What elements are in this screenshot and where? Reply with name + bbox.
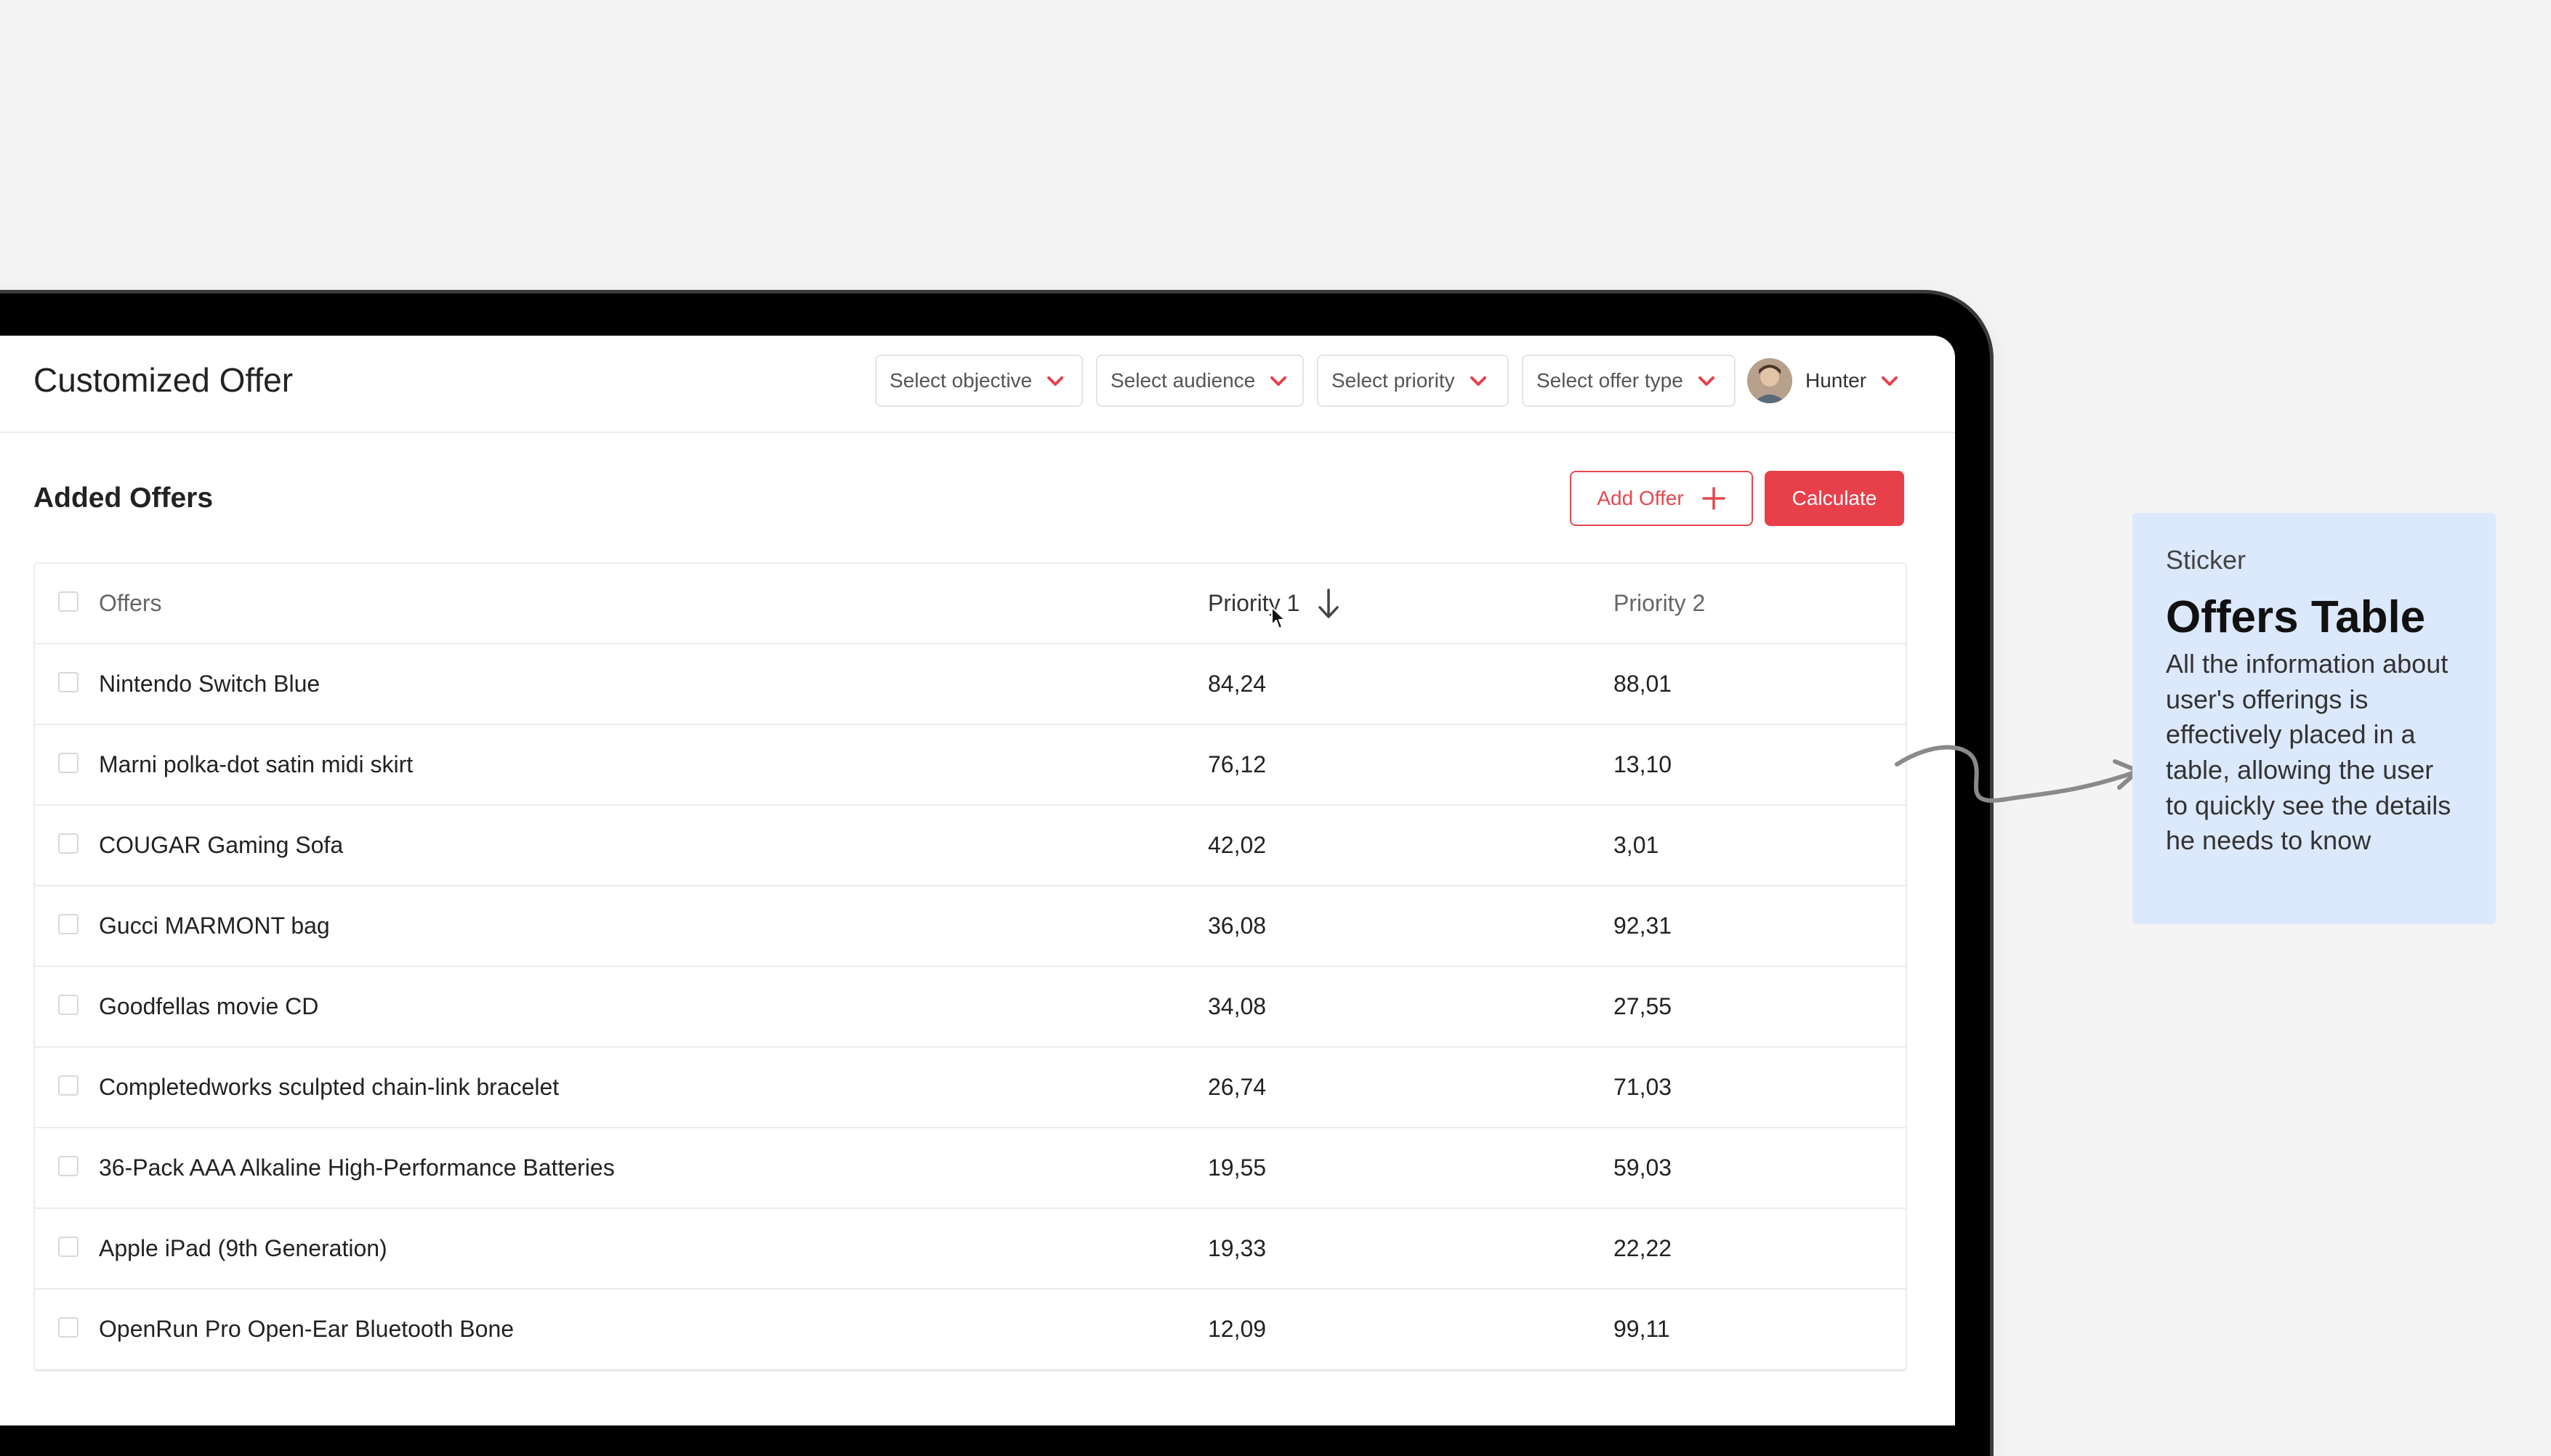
row-checkbox[interactable] xyxy=(58,1075,78,1096)
table-row[interactable]: 36-Pack AAA Alkaline High-Performance Ba… xyxy=(35,1128,1906,1209)
priority-2-value: 99,11 xyxy=(1613,1316,1670,1342)
chevron-down-icon xyxy=(1270,376,1287,386)
page-title: Customized Offer xyxy=(33,361,294,399)
offer-name: Gucci MARMONT bag xyxy=(99,913,330,939)
mouse-cursor-icon xyxy=(1271,607,1286,629)
row-checkbox[interactable] xyxy=(58,1237,78,1257)
arrow-down-icon[interactable] xyxy=(1314,586,1343,622)
plus-icon xyxy=(1701,487,1725,510)
add-offer-button[interactable]: Add Offer xyxy=(1570,471,1753,526)
row-checkbox[interactable] xyxy=(58,1156,78,1176)
chevron-down-icon xyxy=(1470,376,1486,386)
row-checkbox[interactable] xyxy=(58,1317,78,1338)
table-row[interactable]: Nintendo Switch Blue 84,24 88,01 xyxy=(35,644,1906,725)
offer-type-select[interactable]: Select offer type xyxy=(1522,355,1736,407)
priority-2-value: 22,22 xyxy=(1613,1235,1672,1261)
offer-name: Completedworks sculpted chain-link brace… xyxy=(99,1074,560,1100)
column-header-offers: Offers xyxy=(99,590,162,616)
table-row[interactable]: Completedworks sculpted chain-link brace… xyxy=(35,1048,1906,1128)
chevron-down-icon xyxy=(1047,376,1064,386)
chevron-down-icon xyxy=(1698,376,1714,386)
priority-1-value: 19,33 xyxy=(1208,1235,1267,1261)
priority-1-value: 36,08 xyxy=(1208,913,1267,939)
calculate-button[interactable]: Calculate xyxy=(1765,471,1904,526)
section-title: Added Offers xyxy=(33,482,214,514)
sticker-title: Offers Table xyxy=(2166,592,2426,642)
chevron-down-icon xyxy=(1882,376,1898,386)
offer-name: OpenRun Pro Open-Ear Bluetooth Bone xyxy=(99,1316,515,1342)
priority-2-value: 92,31 xyxy=(1613,913,1672,939)
top-bar: Customized Offer Select objective Select… xyxy=(0,336,1955,433)
offer-name: Nintendo Switch Blue xyxy=(99,671,321,697)
priority-1-value: 19,55 xyxy=(1208,1154,1267,1181)
table-row[interactable]: Apple iPad (9th Generation) 19,33 22,22 xyxy=(35,1209,1906,1290)
priority-select[interactable]: Select priority xyxy=(1317,355,1509,407)
priority-1-value: 12,09 xyxy=(1208,1316,1267,1342)
row-checkbox[interactable] xyxy=(58,833,78,854)
offer-name: 36-Pack AAA Alkaline High-Performance Ba… xyxy=(99,1154,615,1181)
priority-2-value: 59,03 xyxy=(1613,1154,1672,1181)
table-row[interactable]: Marni polka-dot satin midi skirt 76,12 13,… xyxy=(35,725,1906,806)
priority-2-value: 88,01 xyxy=(1613,671,1672,697)
row-checkbox[interactable] xyxy=(58,753,78,773)
user-name: Hunter xyxy=(1805,369,1867,392)
sticker-body: All the information about user's offerin… xyxy=(2166,649,2451,856)
table-row[interactable]: OpenRun Pro Open-Ear Bluetooth Bone 12,09… xyxy=(35,1290,1906,1370)
offers-table: Offers Priority 1 Priority 2 Nintendo Sw… xyxy=(33,562,1907,1372)
sticker-kicker: Sticker xyxy=(2166,545,2246,575)
audience-select[interactable]: Select audience xyxy=(1096,355,1304,407)
priority-2-value: 71,03 xyxy=(1613,1074,1672,1100)
row-checkbox[interactable] xyxy=(58,672,78,692)
priority-select-label: Select priority xyxy=(1331,369,1455,392)
offer-name: Goodfellas movie CD xyxy=(99,993,319,1019)
table-row[interactable]: COUGAR Gaming Sofa 42,02 3,01 xyxy=(35,806,1906,886)
offer-name: Apple iPad (9th Generation) xyxy=(99,1235,387,1261)
table-row[interactable]: Gucci MARMONT bag 36,08 92,31 xyxy=(35,886,1906,967)
user-menu[interactable]: Hunter xyxy=(1747,355,1900,407)
audience-select-label: Select audience xyxy=(1111,369,1256,392)
add-offer-label: Add Offer xyxy=(1597,487,1684,509)
table-body: Nintendo Switch Blue 84,24 88,01 Marni polk… xyxy=(35,644,1906,1370)
row-checkbox[interactable] xyxy=(58,995,78,1015)
priority-1-value: 76,12 xyxy=(1208,751,1267,777)
objective-select-label: Select objective xyxy=(890,369,1033,392)
priority-1-value: 34,08 xyxy=(1208,993,1267,1019)
column-header-priority-2: Priority 2 xyxy=(1613,590,1706,616)
priority-2-value: 27,55 xyxy=(1613,993,1672,1019)
offer-type-select-label: Select offer type xyxy=(1536,369,1683,392)
table-row[interactable]: Goodfellas movie CD 34,08 27,55 xyxy=(35,967,1906,1048)
sticker-note: Sticker Offers Table All the information… xyxy=(2132,513,2496,924)
avatar xyxy=(1747,358,1792,403)
objective-select[interactable]: Select objective xyxy=(875,355,1083,407)
priority-1-value: 84,24 xyxy=(1208,671,1267,697)
priority-2-value: 3,01 xyxy=(1613,832,1659,858)
offer-name: COUGAR Gaming Sofa xyxy=(99,832,344,858)
select-all-checkbox[interactable] xyxy=(58,591,78,612)
offer-name: Marni polka-dot satin midi skirt xyxy=(99,751,414,777)
priority-1-value: 26,74 xyxy=(1208,1074,1267,1100)
priority-2-value: 13,10 xyxy=(1613,751,1672,777)
priority-1-value: 42,02 xyxy=(1208,832,1267,858)
curved-arrow-icon xyxy=(1895,745,2140,803)
row-checkbox[interactable] xyxy=(58,914,78,934)
table-header: Offers Priority 1 Priority 2 xyxy=(35,564,1906,644)
